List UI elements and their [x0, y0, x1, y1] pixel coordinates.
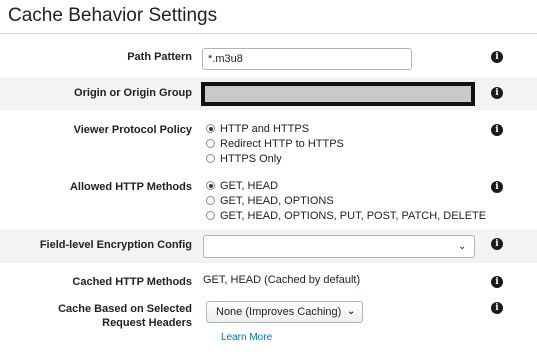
cached-http-methods-value: GET, HEAD (Cached by default)	[203, 274, 361, 286]
info-icon[interactable]: i	[491, 51, 503, 63]
title-divider	[0, 33, 537, 34]
radio-checked-icon[interactable]	[206, 181, 215, 190]
viewer-protocol-option-https-only[interactable]: HTTPS Only	[206, 152, 282, 166]
origin-label: Origin or Origin Group	[74, 87, 192, 99]
info-icon[interactable]: i	[491, 181, 503, 193]
radio-checked-icon[interactable]	[206, 124, 215, 133]
allowed-methods-option-all[interactable]: GET, HEAD, OPTIONS, PUT, POST, PATCH, DE…	[206, 209, 486, 223]
radio-icon[interactable]	[206, 154, 215, 163]
viewer-protocol-policy-label: Viewer Protocol Policy	[73, 124, 192, 136]
info-icon[interactable]: i	[491, 87, 503, 99]
option-label: GET, HEAD	[220, 180, 279, 192]
option-label: GET, HEAD, OPTIONS	[220, 195, 334, 207]
learn-more-link[interactable]: Learn More	[221, 332, 272, 343]
cache-headers-label-line1: Cache Based on Selected	[58, 303, 192, 315]
origin-field[interactable]	[201, 82, 475, 106]
radio-icon[interactable]	[206, 211, 215, 220]
dropdown-value: None (Improves Caching)	[216, 306, 342, 318]
viewer-protocol-option-redirect[interactable]: Redirect HTTP to HTTPS	[206, 137, 344, 151]
allowed-http-methods-label: Allowed HTTP Methods	[69, 181, 192, 193]
viewer-protocol-option-http-https[interactable]: HTTP and HTTPS	[206, 122, 309, 136]
chevron-down-icon: ⌄	[458, 241, 467, 252]
info-icon[interactable]: i	[491, 276, 503, 288]
cache-headers-label: Cache Based on Selected Request Headers	[58, 302, 192, 330]
option-label: HTTP and HTTPS	[220, 123, 310, 135]
allowed-methods-option-get-head-options[interactable]: GET, HEAD, OPTIONS	[206, 194, 334, 208]
field-level-encryption-label: Field-level Encryption Config	[39, 239, 192, 251]
field-level-encryption-select[interactable]: ⌄	[203, 235, 475, 258]
cache-headers-dropdown[interactable]: None (Improves Caching) ⌄	[206, 301, 363, 323]
path-pattern-input[interactable]: *.m3u8	[202, 48, 412, 70]
radio-icon[interactable]	[206, 196, 215, 205]
cached-http-methods-label: Cached HTTP Methods	[72, 276, 192, 288]
info-icon[interactable]: i	[491, 124, 503, 136]
option-label: GET, HEAD, OPTIONS, PUT, POST, PATCH, DE…	[220, 210, 487, 222]
page-title: Cache Behavior Settings	[8, 5, 218, 26]
chevron-down-icon: ⌄	[347, 306, 356, 317]
info-icon[interactable]: i	[491, 238, 503, 250]
radio-icon[interactable]	[206, 139, 215, 148]
path-pattern-label: Path Pattern	[127, 51, 192, 63]
info-icon[interactable]: i	[491, 302, 503, 314]
allowed-methods-option-get-head[interactable]: GET, HEAD	[206, 179, 278, 193]
option-label: HTTPS Only	[220, 153, 282, 165]
cache-headers-label-line2: Request Headers	[102, 317, 192, 329]
option-label: Redirect HTTP to HTTPS	[220, 138, 344, 150]
